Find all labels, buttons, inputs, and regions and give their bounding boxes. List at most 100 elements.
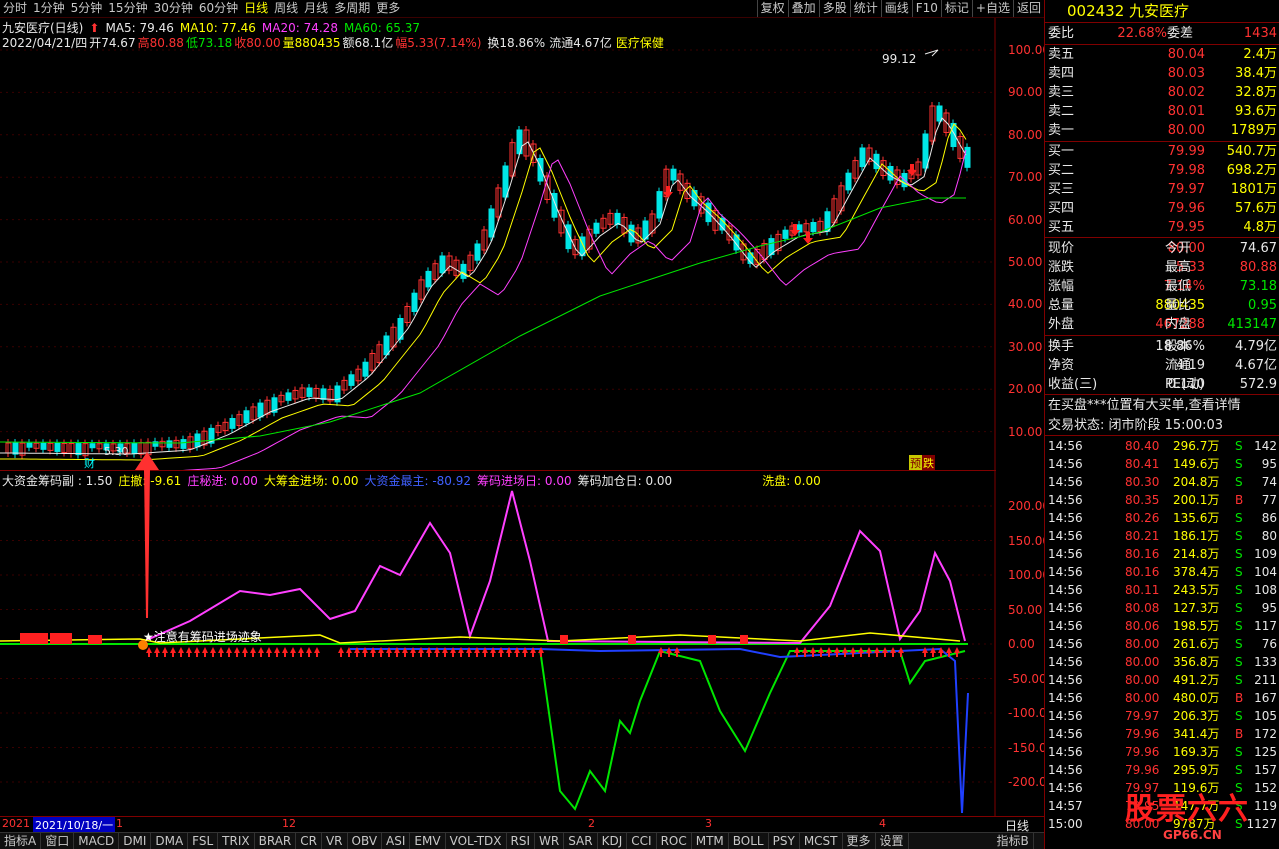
indicator-tab-1[interactable]: 窗口	[41, 833, 75, 849]
period-tab-5[interactable]: 60分钟	[196, 0, 241, 17]
candle-body	[810, 222, 817, 233]
kline-chart[interactable]: 九安医疗(日线) ⬆ MA5: 79.46 MA10: 77.46 MA20: 74.2…	[0, 18, 1050, 471]
tick-row-3-time: 14:56	[1048, 493, 1083, 507]
toolbar-button-2[interactable]: 多股	[818, 0, 850, 17]
ma60-label: MA60: 65.37	[343, 21, 420, 35]
toolbar-button-7[interactable]: +自选	[971, 0, 1013, 17]
period-tab-9[interactable]: 多周期	[331, 0, 373, 17]
indicator-tab-18[interactable]: CCI	[627, 833, 657, 849]
signal-arrow-icon	[218, 647, 224, 657]
tick-row-16-count: 172	[1254, 727, 1277, 741]
jia-cang-label: 筹码加仓日: 0.00	[577, 474, 673, 488]
tick-row-14-price: 80.00	[1125, 691, 1160, 705]
period-tab-4[interactable]: 30分钟	[151, 0, 196, 17]
stat2-row-1: 净资 4.19 流通 4.67亿	[1045, 356, 1279, 375]
indicator-tab-10[interactable]: OBV	[348, 833, 383, 849]
stat-row-1: 涨跌 5.33 最高 80.88	[1045, 258, 1279, 277]
tick-row-15-side: S	[1235, 709, 1243, 723]
tick-row-14-vol: 480.0万	[1173, 691, 1220, 705]
weibi-row: 委比 22.68% 委差 1434	[1048, 26, 1277, 41]
ask-row-4-label: 卖一	[1048, 123, 1075, 138]
indicator-tab-3[interactable]: DMI	[119, 833, 152, 849]
ma5-label: MA5: 79.46	[105, 21, 174, 35]
tick-row-1: 14:56 80.41 149.6万 S 95	[1045, 455, 1279, 474]
period-tab-6[interactable]: 日线	[241, 0, 271, 17]
bid-row-4-price: 79.95	[1167, 220, 1205, 235]
kline-svg[interactable]	[0, 18, 996, 470]
candle-body	[859, 147, 866, 168]
period-tab-3[interactable]: 15分钟	[105, 0, 150, 17]
indicator-tab-16[interactable]: SAR	[564, 833, 598, 849]
ma10-label: MA10: 77.46	[179, 21, 256, 35]
info-date: 2022/04/21/四	[2, 36, 88, 50]
period-tab-10[interactable]: 更多	[373, 0, 403, 17]
toolbar-button-6[interactable]: 标记	[940, 0, 972, 17]
tick-row-0-side: S	[1235, 439, 1243, 453]
indicator-tab-2[interactable]: MACD	[74, 833, 120, 849]
period-tab-0[interactable]: 分时	[0, 0, 30, 17]
indicator-tab-21[interactable]: BOLL	[729, 833, 769, 849]
tick-row-17-vol: 169.3万	[1173, 745, 1220, 759]
tick-row-5-count: 80	[1261, 529, 1277, 543]
indicator-tab-9[interactable]: VR	[322, 833, 348, 849]
indicator-tab-7[interactable]: BRAR	[255, 833, 297, 849]
candle-body	[845, 172, 852, 191]
period-tab-8[interactable]: 月线	[301, 0, 331, 17]
toolbar-button-5[interactable]: F10	[911, 0, 941, 17]
stat-row-4-label1: 外盘	[1048, 317, 1075, 332]
period-tab-1[interactable]: 1分钟	[30, 0, 68, 17]
indicator-tab-11[interactable]: ASI	[382, 833, 411, 849]
tick-row-18-time: 14:56	[1048, 763, 1083, 777]
period-tab-7[interactable]: 周线	[271, 0, 301, 17]
fall-badge[interactable]: 跌	[922, 455, 935, 471]
indicator-tab-17[interactable]: KDJ	[598, 833, 628, 849]
indicator-tab-20[interactable]: MTM	[692, 833, 729, 849]
bid-row-1-price: 79.98	[1167, 163, 1205, 178]
indicator-tabs: 指标A 窗口 MACD DMI DMA FSL TRIX BRAR CR VR OBV ASI EMV V…	[0, 832, 1044, 849]
tick-row-17: 14:56 79.96 169.3万 S 125	[1045, 743, 1279, 762]
toolbar-button-0[interactable]: 复权	[756, 0, 788, 17]
indicator-tab-4[interactable]: DMA	[151, 833, 189, 849]
indicator-tab-22[interactable]: PSY	[769, 833, 800, 849]
indicator-tab-26[interactable]: 指标B	[993, 833, 1034, 849]
indicator-tab-15[interactable]: WR	[535, 833, 565, 849]
indicator-tab-8[interactable]: CR	[296, 833, 322, 849]
candle-body	[54, 442, 61, 452]
toolbar-button-8[interactable]: 返回	[1012, 0, 1044, 17]
indicator-tab-23[interactable]: MCST	[800, 833, 843, 849]
indicator-tab-24[interactable]: 更多	[843, 833, 876, 849]
toolbar-button-4[interactable]: 画线	[880, 0, 912, 17]
indicator-tab-25[interactable]: 设置	[876, 833, 909, 849]
tick-row-16: 14:56 79.96 341.4万 B 172	[1045, 725, 1279, 744]
indicator-tab-5[interactable]: FSL	[188, 833, 219, 849]
indicator-tab-12[interactable]: EMV	[410, 833, 446, 849]
stat-row-2: 涨幅 7.14% 最低 73.18	[1045, 277, 1279, 296]
indicator-tab-19[interactable]: ROC	[657, 833, 692, 849]
stat-row-1-label1: 涨跌	[1048, 260, 1075, 275]
finance-badge[interactable]: 财	[84, 455, 95, 471]
tick-row-5-vol: 186.1万	[1173, 529, 1220, 543]
candle-body	[873, 153, 880, 170]
stock-name: 九安医疗	[1129, 2, 1190, 20]
candle-body	[628, 224, 635, 243]
forecast-badge[interactable]: 预	[909, 455, 922, 471]
tick-row-0: 14:56 80.40 296.7万 S 142	[1045, 437, 1279, 456]
info-open: 开74.67	[89, 36, 136, 50]
indicator-tab-14[interactable]: RSI	[507, 833, 536, 849]
ask-row-3-price: 80.01	[1167, 104, 1205, 119]
indicator-tick-5: -50.00	[1008, 671, 1047, 686]
toolbar-button-1[interactable]: 叠加	[787, 0, 819, 17]
indicator-tab-6[interactable]: TRIX	[218, 833, 255, 849]
toolbar-button-3[interactable]: 统计	[849, 0, 881, 17]
tick-row-6-count: 109	[1254, 547, 1277, 561]
indicator-tab-13[interactable]: VOL-TDX	[446, 833, 507, 849]
bid-row-2-vol: 1801万	[1230, 182, 1277, 197]
period-tab-2[interactable]: 5分钟	[68, 0, 106, 17]
indicator-tick-4: 0.00	[1008, 637, 1035, 651]
candle-body	[40, 442, 47, 450]
bigorder-notice[interactable]: 在买盘***位置有大买单,查看详情	[1045, 396, 1279, 415]
ask-row-1-label: 卖四	[1048, 66, 1075, 81]
stat2-row-2: 收益(三) 0.110 PE(动) 572.9	[1045, 375, 1279, 394]
indicator-tab-0[interactable]: 指标A	[0, 833, 42, 849]
candle-body	[670, 168, 677, 181]
